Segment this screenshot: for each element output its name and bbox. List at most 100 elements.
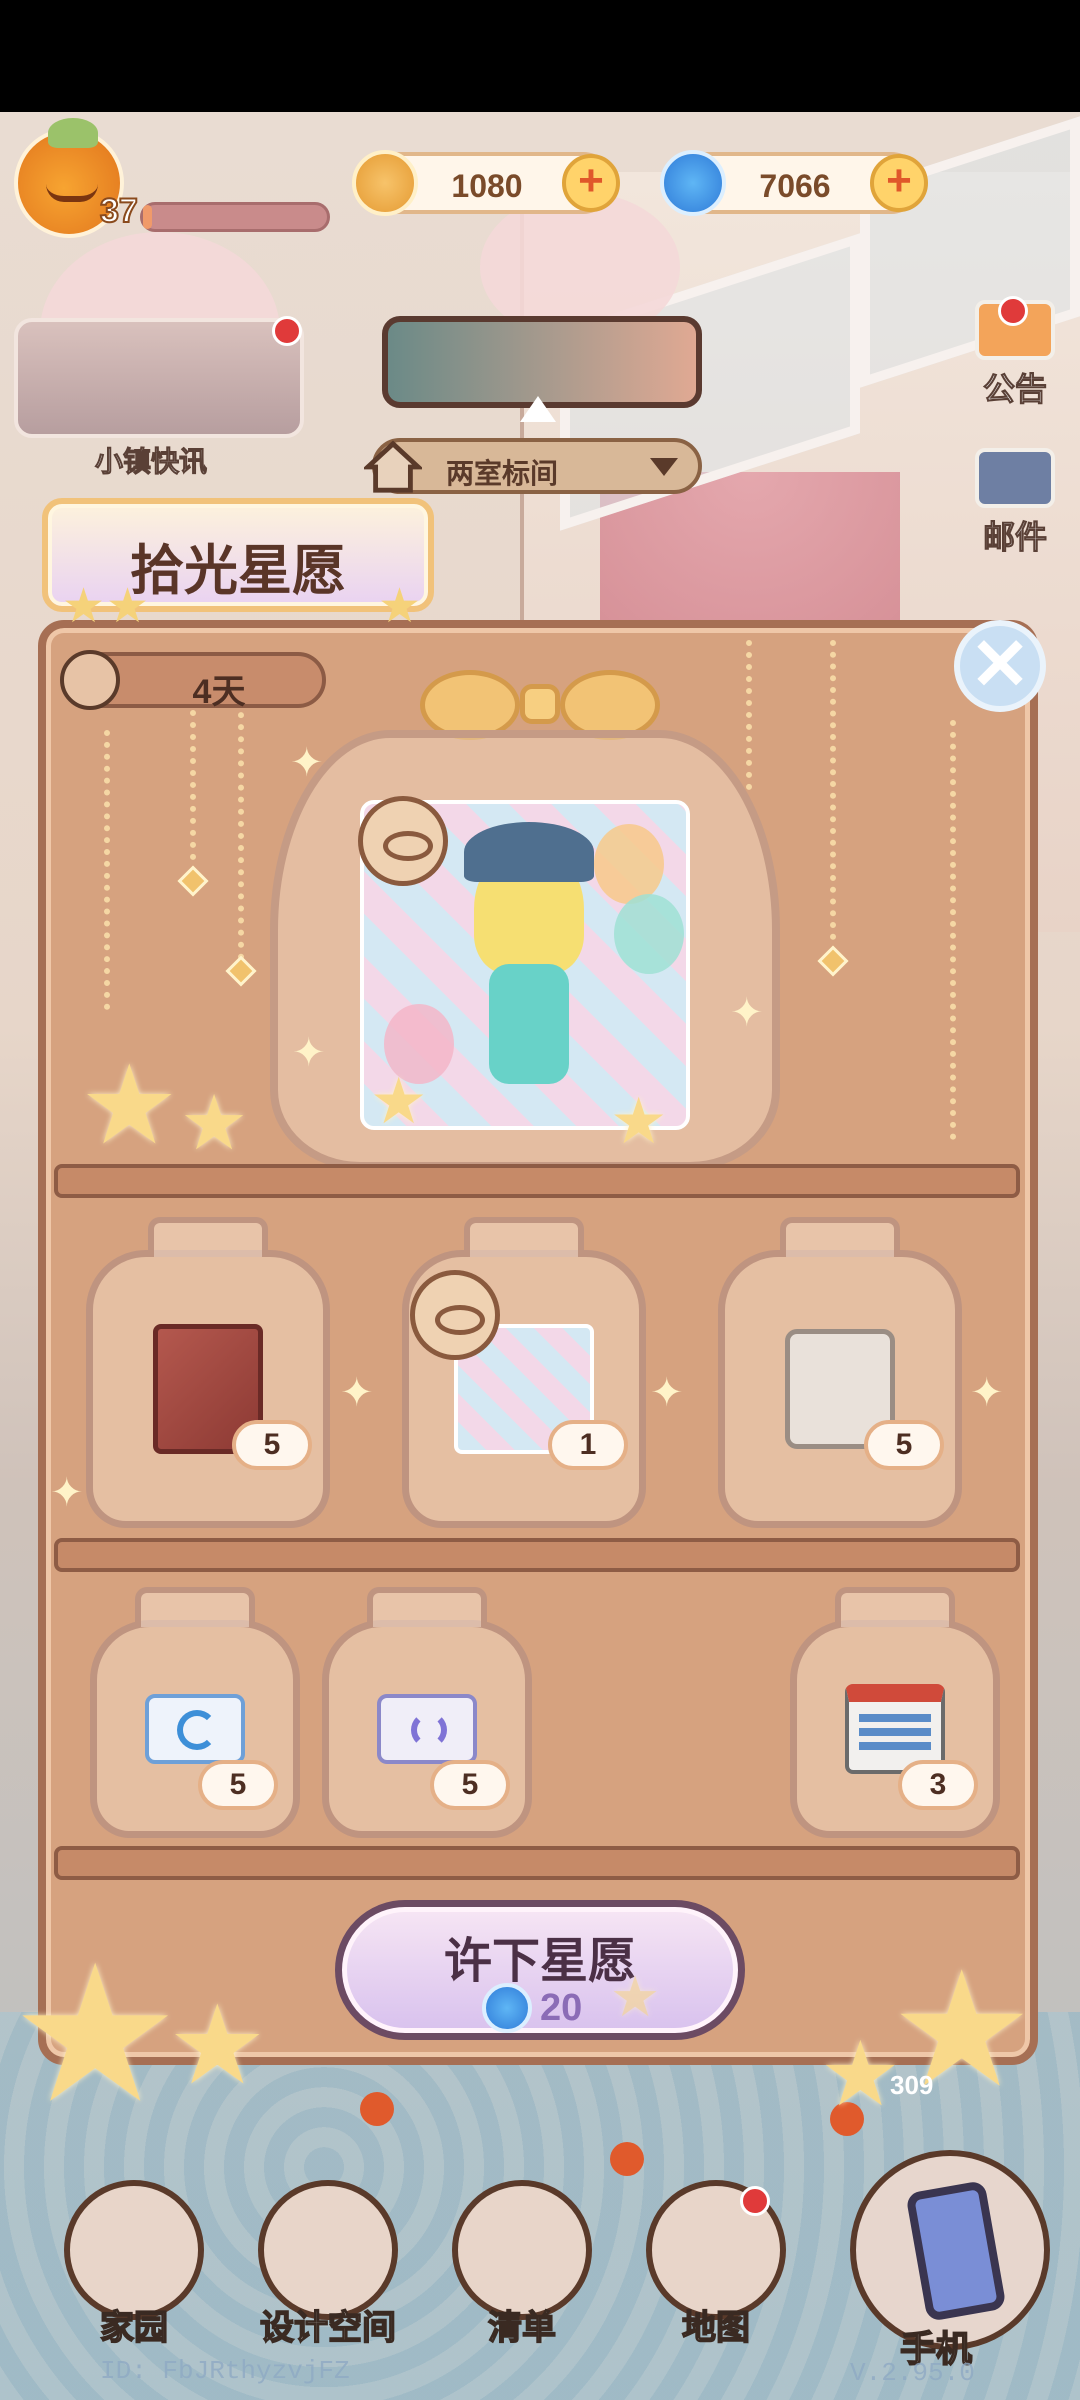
event-title-banner: 拾光星愿 ★ ★ ★ [42, 498, 434, 630]
up-arrow-icon [520, 396, 556, 422]
nav-design-label: 设计空间 [259, 2308, 397, 2348]
status-bar [0, 0, 1080, 112]
refresh-ticket-icon [377, 1694, 477, 1764]
gem-counter: 7066 + [660, 150, 928, 216]
preview-eye-icon[interactable] [410, 1270, 500, 1360]
jar-lid [367, 1587, 487, 1627]
reward-count: 5 [864, 1420, 944, 1470]
star-icon: ★ [378, 578, 422, 634]
reward-count: 5 [232, 1420, 312, 1470]
house-icon [364, 440, 422, 493]
jar-lid [835, 1587, 955, 1627]
phone-icon [905, 2180, 1007, 2322]
swirl-gem-icon [482, 1983, 532, 2033]
event-timer: 4天 [60, 650, 326, 711]
sparkle-icon: ✦ [650, 1370, 684, 1416]
level-badge: 37 [99, 191, 139, 231]
nav-map-label: 地图 [681, 2308, 751, 2348]
xp-bar [140, 202, 330, 232]
swirl-gem-icon [660, 150, 726, 216]
star-icon: ★ [106, 578, 150, 634]
event-timer-text: 4天 [192, 673, 246, 711]
jar-lid [464, 1217, 584, 1257]
nav-list[interactable]: 清单 [432, 2180, 612, 2349]
bead-chain [238, 700, 248, 960]
gem-value: 7066 [759, 168, 831, 204]
star-icon: ★ [610, 1965, 661, 2030]
star-icon: ★ [80, 1041, 179, 1169]
star-icon: ★ [10, 1924, 181, 2145]
star-icon: ★ [62, 578, 106, 634]
jar-lid [780, 1217, 900, 1257]
reward-jar[interactable] [86, 1217, 330, 1528]
sparkle-icon: ✦ [290, 740, 324, 786]
coin-icon [352, 150, 418, 216]
sparkle-icon: ✦ [970, 1370, 1004, 1416]
room-selector[interactable]: 两室标间 [364, 438, 702, 494]
bead-chain [950, 720, 960, 1140]
ticket-icon [145, 1694, 245, 1764]
add-gems-button[interactable]: + [870, 154, 928, 212]
news-notification-dot [272, 316, 302, 346]
reward-count: 1 [548, 1420, 628, 1470]
room-preview-box[interactable] [382, 316, 702, 408]
wish-cost: 20 [482, 1983, 622, 2033]
preview-eye-icon[interactable] [358, 796, 448, 886]
coin-counter: 1080 + [352, 150, 620, 216]
lantern [610, 2142, 644, 2176]
reward-jar[interactable] [718, 1217, 962, 1528]
announcement-notification-dot [998, 296, 1028, 326]
balloon [614, 894, 684, 974]
bead-chain [190, 710, 200, 860]
star-icon: ★ [610, 1085, 668, 1159]
bead-chain [746, 640, 756, 790]
nav-home-label: 家园 [99, 2308, 169, 2348]
calendar-lines [859, 1714, 931, 1754]
mail-button[interactable]: 邮件 [960, 448, 1070, 558]
announcement-label: 公告 [982, 371, 1047, 408]
blueprint-icon [258, 2180, 398, 2320]
town-news-label: 小镇快讯 [94, 446, 208, 478]
refresh-arrows [411, 1712, 447, 1748]
balloon [594, 824, 664, 904]
sparkle-icon: ✦ [340, 1370, 374, 1416]
home-icon [64, 2180, 204, 2320]
star-icon: ★ [370, 1065, 428, 1139]
add-coins-button[interactable]: + [562, 154, 620, 212]
nav-map[interactable]: 地图 [626, 2180, 806, 2349]
nav-list-label: 清单 [487, 2308, 557, 2348]
count-bubble: 309 [890, 2070, 934, 2100]
sparkle-icon: ✦ [50, 1470, 84, 1516]
nav-home[interactable]: 家园 [44, 2180, 224, 2349]
clock-icon [60, 650, 120, 710]
map-notification-dot [740, 2186, 770, 2216]
ring-mark [177, 1710, 217, 1750]
shelf [54, 1846, 1020, 1880]
reward-count: 5 [198, 1760, 278, 1810]
envelope-icon [975, 448, 1055, 508]
star-icon: ★ [820, 2022, 901, 2127]
shelf [54, 1164, 1020, 1198]
make-wish-button[interactable]: 许下星愿 20 [335, 1900, 745, 2040]
star-icon: ★ [168, 1981, 267, 2109]
player-id: ID: FbJRthyzvjFZ [100, 2356, 350, 2386]
reward-count: 5 [430, 1760, 510, 1810]
star-icon: ★ [180, 1078, 249, 1167]
sparkle-icon: ✦ [292, 1030, 326, 1076]
reward-jar[interactable] [90, 1587, 300, 1838]
bead-chain [104, 730, 114, 1010]
sparkle-icon: ✦ [730, 990, 764, 1036]
chevron-down-icon [650, 458, 678, 476]
version-label: V.2.95.0 [850, 2358, 975, 2388]
coin-value: 1080 [451, 168, 523, 204]
shelf [54, 1538, 1020, 1572]
reward-count: 3 [898, 1760, 978, 1810]
make-wish-label: 许下星愿 [443, 1935, 636, 1988]
nav-design-space[interactable]: 设计空间 [238, 2180, 418, 2349]
close-button[interactable]: ✕ [954, 620, 1046, 712]
bead-chain [830, 640, 840, 940]
reward-jar[interactable] [322, 1587, 532, 1838]
reward-jar[interactable] [790, 1587, 1000, 1838]
character-outfit [489, 964, 569, 1084]
town-news-button[interactable] [14, 318, 304, 438]
